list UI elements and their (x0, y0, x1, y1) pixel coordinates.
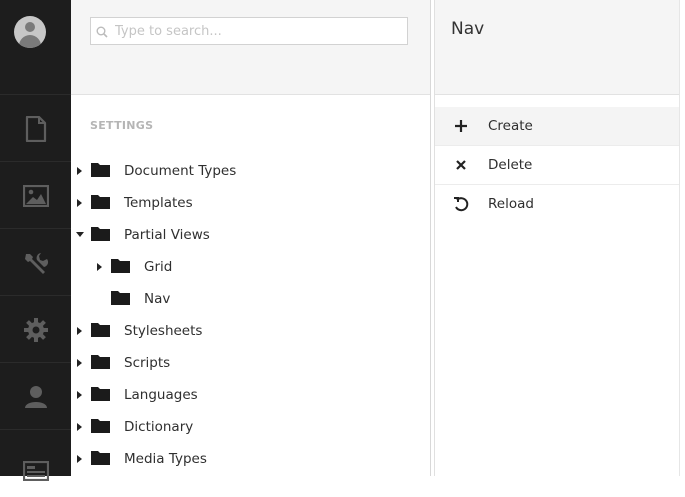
tree-node[interactable]: Stylesheets (75, 319, 202, 343)
id-card-icon (22, 447, 49, 481)
section-settings[interactable] (0, 228, 71, 296)
section-developer[interactable] (0, 295, 71, 363)
tree-node[interactable]: Scripts (75, 351, 170, 375)
folder-icon (91, 194, 110, 213)
tree-node[interactable]: Templates (75, 191, 193, 215)
tree-node[interactable]: Media Types (75, 447, 207, 471)
tree-node-label: Templates (124, 195, 193, 211)
actions-header: Nav (435, 0, 680, 95)
tree-node[interactable]: Document Types (75, 159, 236, 183)
folder-icon (91, 322, 110, 341)
tree-node[interactable]: Nav (95, 287, 170, 311)
search-box[interactable] (90, 17, 408, 45)
document-icon (25, 115, 47, 142)
folder-icon (91, 450, 110, 469)
background-content-edge (679, 0, 685, 476)
tree-node-label: Scripts (124, 355, 171, 371)
caret-down-icon[interactable] (75, 223, 85, 247)
action-label: Create (488, 118, 533, 134)
search-icon (96, 26, 108, 38)
tree-header (71, 0, 430, 95)
caret-right-icon[interactable] (75, 447, 85, 471)
tree-node-label: Grid (144, 259, 173, 275)
action-create[interactable]: Create (435, 107, 680, 146)
folder-icon (111, 290, 130, 309)
section-rail (0, 0, 71, 481)
section-content[interactable] (0, 94, 71, 162)
action-label: Reload (488, 196, 534, 212)
tree-node[interactable]: Partial Views (75, 223, 210, 247)
avatar[interactable] (14, 16, 46, 48)
tree-node[interactable]: Dictionary (75, 415, 193, 439)
caret-right-icon[interactable] (75, 319, 85, 343)
caret-spacer (95, 287, 105, 311)
caret-right-icon[interactable] (95, 255, 105, 279)
reload-icon (451, 196, 471, 212)
close-icon (451, 160, 471, 170)
caret-right-icon[interactable] (75, 415, 85, 439)
tree-panel: SETTINGS Document Types Templates Partial … (71, 0, 431, 476)
tree-node[interactable]: Grid (95, 255, 172, 279)
folder-icon (91, 162, 110, 181)
plus-icon (451, 120, 471, 132)
tree-node[interactable]: Languages (75, 383, 198, 407)
tree-node-label: Languages (124, 387, 198, 403)
folder-icon (91, 226, 110, 245)
folder-icon (91, 418, 110, 437)
actions-panel: Nav Create Delete Reload (434, 0, 680, 476)
tree-section-title: SETTINGS (90, 119, 154, 132)
caret-right-icon[interactable] (75, 191, 85, 215)
section-users[interactable] (0, 362, 71, 430)
tree-node-label: Document Types (124, 163, 237, 179)
section-members[interactable] (0, 429, 71, 497)
caret-right-icon[interactable] (75, 159, 85, 183)
tree-node-label: Nav (144, 291, 171, 307)
tree-node-label: Dictionary (124, 419, 194, 435)
actions-title: Nav (451, 19, 485, 39)
image-icon (22, 184, 49, 207)
caret-right-icon[interactable] (75, 351, 85, 375)
action-label: Delete (488, 157, 533, 173)
folder-icon (111, 258, 130, 277)
caret-right-icon[interactable] (75, 383, 85, 407)
section-media[interactable] (0, 161, 71, 229)
avatar-area (0, 0, 71, 94)
gear-icon (23, 317, 49, 343)
folder-icon (91, 386, 110, 405)
tree-node-label: Stylesheets (124, 323, 203, 339)
action-reload[interactable]: Reload (435, 185, 680, 223)
tree-node-label: Media Types (124, 451, 207, 467)
folder-icon (91, 354, 110, 373)
action-delete[interactable]: Delete (435, 146, 680, 185)
user-icon (24, 385, 48, 409)
tree-node-label: Partial Views (124, 227, 210, 243)
wrench-icon (23, 250, 49, 276)
search-input[interactable] (115, 18, 403, 44)
